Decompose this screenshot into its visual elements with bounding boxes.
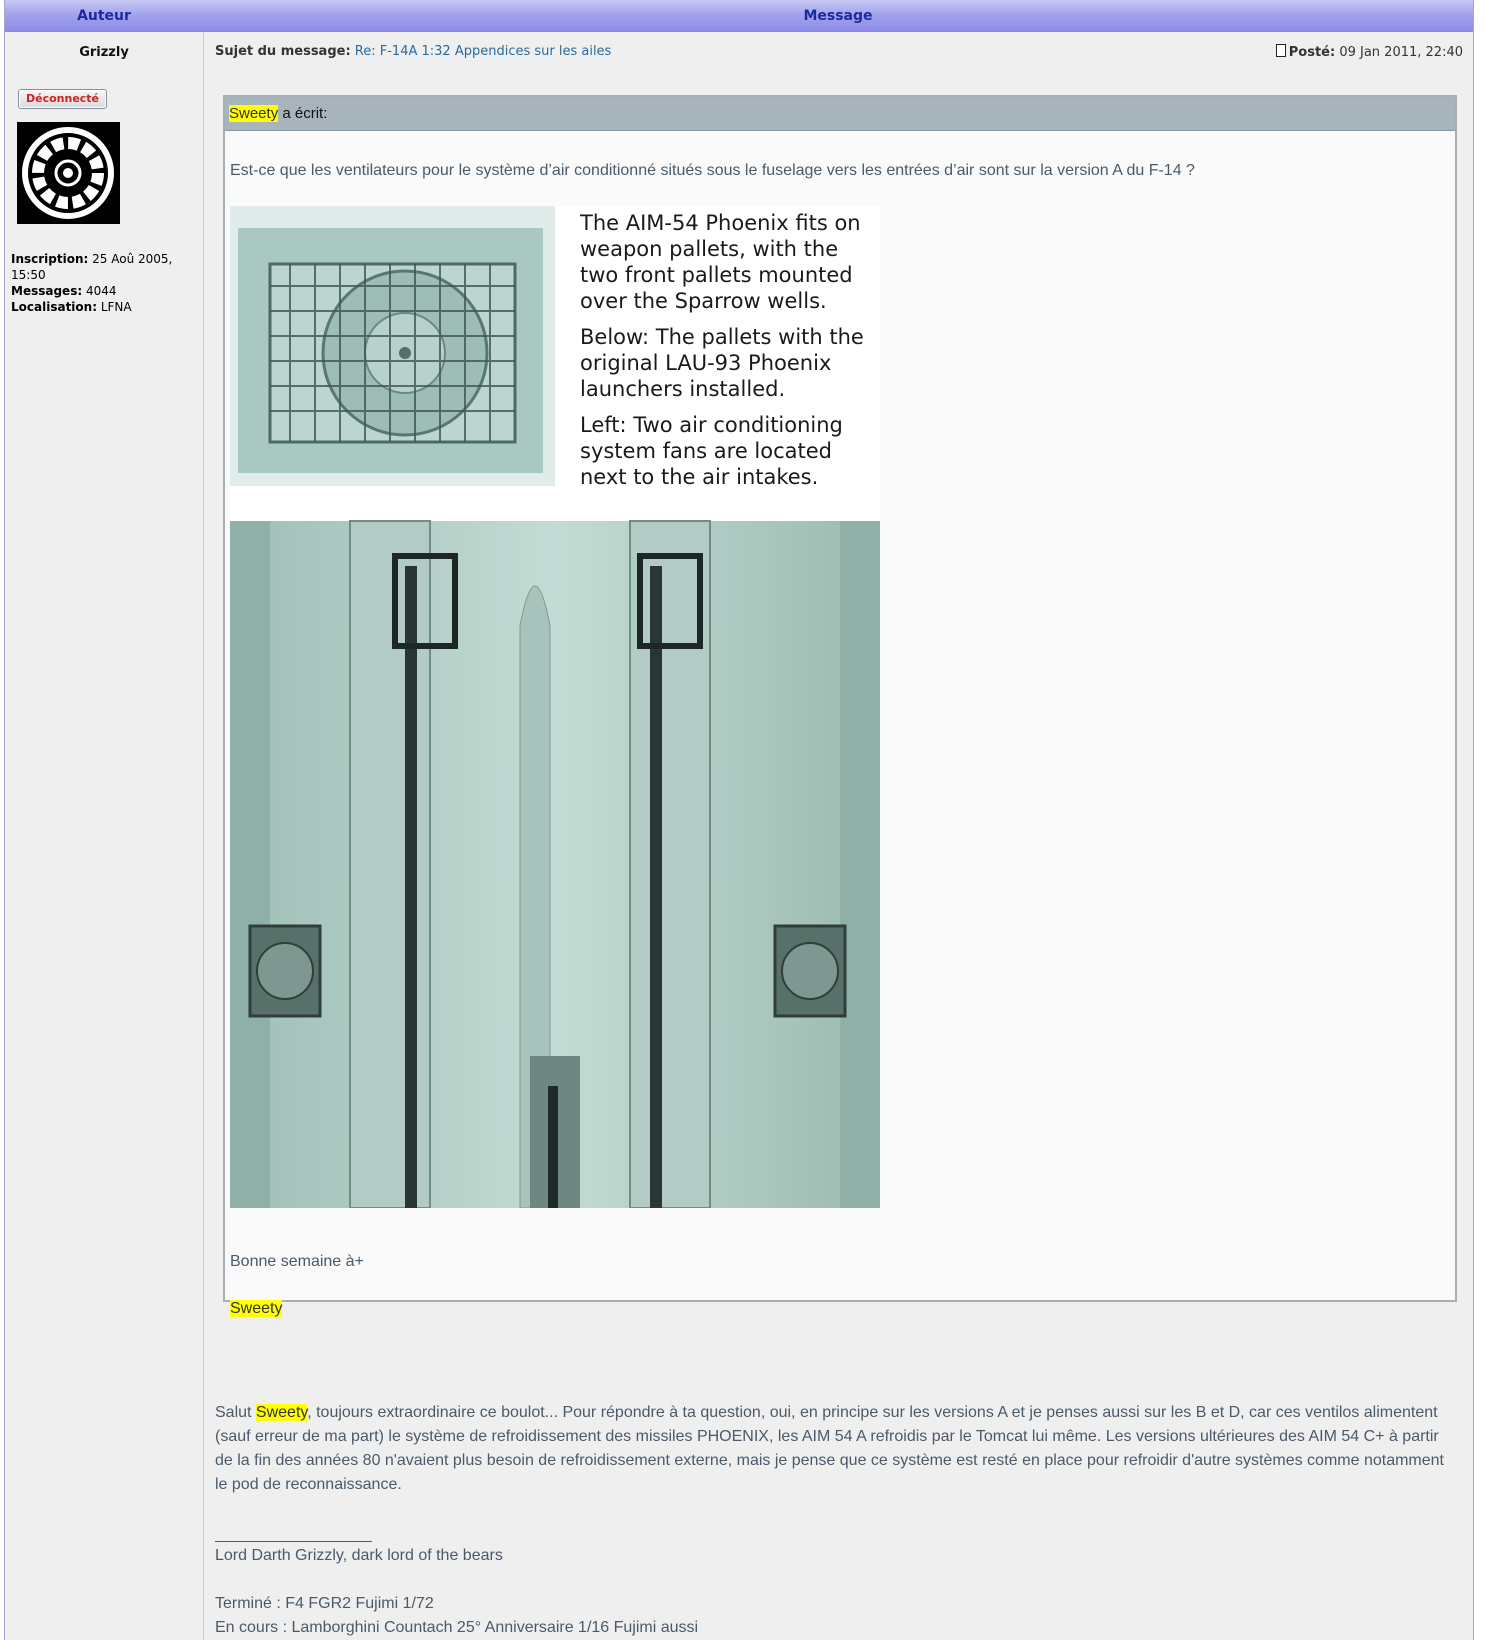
quote-signature: Sweety (230, 1300, 283, 1318)
author-username[interactable]: Grizzly (5, 45, 203, 60)
subject-link[interactable]: Re: F-14A 1:32 Appendices sur les ailes (355, 44, 612, 59)
message-panel: Sujet du message: Re: F-14A 1:32 Appendi… (204, 32, 1473, 1640)
offline-status-badge: Déconnecté (18, 89, 107, 109)
quote-signature-name: Sweety (230, 1300, 283, 1317)
subject-label: Sujet du message: (215, 44, 351, 59)
table-header: Auteur Message (5, 0, 1473, 32)
reply-text: Salut Sweety, toujours extraordinaire ce… (215, 1401, 1455, 1497)
forum-post-table: Auteur Message Grizzly Déconnecté Inscri… (4, 0, 1474, 1640)
signature-spacer (215, 1568, 698, 1592)
messages-value: 4044 (85, 284, 117, 298)
message-column-header: Message (803, 8, 873, 24)
quote-text: Est-ce que les ventilateurs pour le syst… (230, 162, 1195, 179)
quote-author: Sweety (229, 105, 279, 122)
location-label: Localisation: (11, 300, 98, 314)
posted-label: Posté: (1288, 45, 1336, 60)
quote-image[interactable]: The AIM-54 Phoenix fits on weapon pallet… (230, 206, 880, 1208)
signature-line: En cours : Lamborghini Countach 25° Anni… (215, 1619, 699, 1636)
author-panel: Grizzly Déconnecté Inscription: 25 Aoû 2… (5, 32, 204, 1640)
messages-label: Messages: (11, 284, 83, 298)
reply-mention: Sweety (255, 1404, 308, 1421)
quote-block: Sweety a écrit: Est-ce que les ventilate… (223, 95, 1457, 1317)
quote-header: Sweety a écrit: (225, 97, 1455, 131)
user-signature: Lord Darth Grizzly, dark lord of the bea… (215, 1544, 698, 1640)
inscription-label: Inscription: (11, 252, 89, 266)
image-caption-line: Below: The pallets with the original LAU… (580, 325, 864, 401)
post-date: Posté: 09 Jan 2011, 22:40 (1275, 44, 1463, 60)
image-caption-line: The AIM-54 Phoenix fits on weapon pallet… (580, 211, 861, 313)
author-column-header: Auteur (77, 8, 131, 24)
quote-closing: Bonne semaine à+ (230, 1253, 364, 1270)
location-value: LFNA (100, 300, 132, 314)
avatar (17, 122, 120, 224)
quote-wrote-label: a écrit: (278, 105, 328, 122)
image-caption-line: Left: Two air conditioning system fans a… (580, 413, 843, 489)
signature-line: Terminé : F4 FGR2 Fujimi 1/72 (215, 1595, 434, 1612)
document-icon[interactable] (1275, 44, 1286, 57)
image-caption: The AIM-54 Phoenix fits on weapon pallet… (580, 210, 880, 500)
post-subject: Sujet du message: Re: F-14A 1:32 Appendi… (215, 44, 611, 59)
author-profile-info: Inscription: 25 Aoû 2005, 15:50 Messages… (11, 251, 197, 315)
signature-line: Lord Darth Grizzly, dark lord of the bea… (215, 1547, 503, 1564)
reply-body: , toujours extraordinaire ce boulot... P… (215, 1404, 1444, 1493)
reply-greeting: Salut (215, 1404, 256, 1421)
galactic-empire-emblem-icon (17, 122, 120, 224)
signature-divider (215, 1541, 372, 1542)
posted-value: 09 Jan 2011, 22:40 (1339, 45, 1463, 60)
